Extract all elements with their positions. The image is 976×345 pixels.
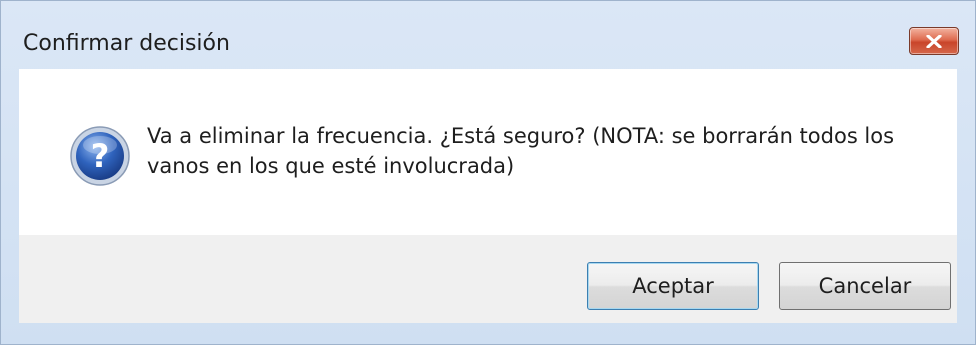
button-bar: Aceptar Cancelar (19, 235, 957, 323)
dialog-title: Confirmar decisión (23, 31, 230, 56)
question-icon: ? (70, 126, 130, 186)
svg-text:?: ? (91, 137, 110, 175)
title-bar[interactable]: Confirmar decisión (1, 1, 975, 63)
close-icon (926, 35, 942, 48)
close-button[interactable] (909, 27, 959, 55)
confirm-dialog: Confirmar decisión ? Va a eliminar la fr… (0, 0, 976, 345)
message-area: ? Va a eliminar la frecuencia. ¿Está seg… (19, 69, 957, 235)
accept-button[interactable]: Aceptar (587, 262, 759, 310)
message-line-2: vanos en los que esté involucrada) (147, 154, 515, 178)
message-text: Va a eliminar la frecuencia. ¿Está segur… (147, 121, 927, 181)
message-line-1: Va a eliminar la frecuencia. ¿Está segur… (147, 124, 895, 148)
cancel-button[interactable]: Cancelar (779, 262, 951, 310)
